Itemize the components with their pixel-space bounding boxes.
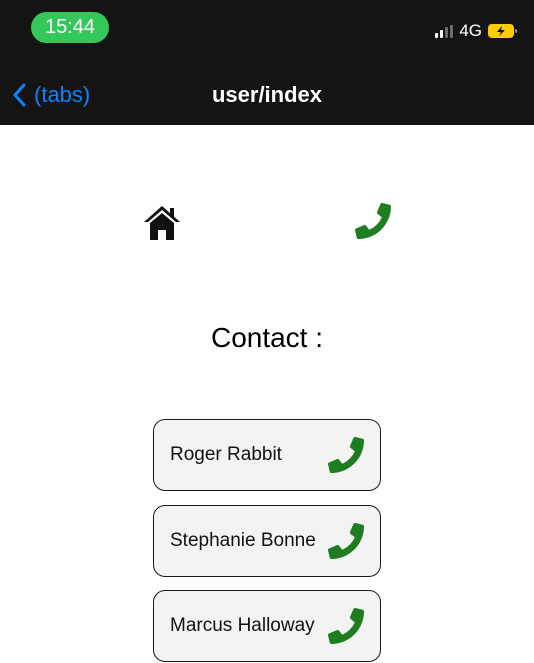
contact-name: Roger Rabbit <box>170 444 282 465</box>
signal-icon <box>435 24 454 38</box>
status-time: 15:44 <box>31 12 109 43</box>
network-type: 4G <box>459 21 482 40</box>
contact-card[interactable]: Stephanie Bonne <box>153 505 381 577</box>
home-icon[interactable] <box>143 203 181 241</box>
phone-icon[interactable] <box>328 608 364 644</box>
status-indicators: 4G <box>435 20 517 42</box>
contact-heading: Contact : <box>210 322 324 353</box>
contact-card[interactable]: Marcus Halloway <box>153 590 381 662</box>
phone-icon[interactable] <box>328 437 364 473</box>
phone-icon[interactable] <box>355 203 391 239</box>
top-bar: 15:44 4G (tabs) user/index <box>0 0 534 125</box>
phone-icon[interactable] <box>328 523 364 559</box>
battery-icon <box>488 24 517 38</box>
contact-name: Marcus Halloway <box>170 615 315 636</box>
contact-card[interactable]: Roger Rabbit <box>153 419 381 491</box>
contact-name: Stephanie Bonne <box>170 530 316 551</box>
page-title: user/index <box>211 82 323 107</box>
